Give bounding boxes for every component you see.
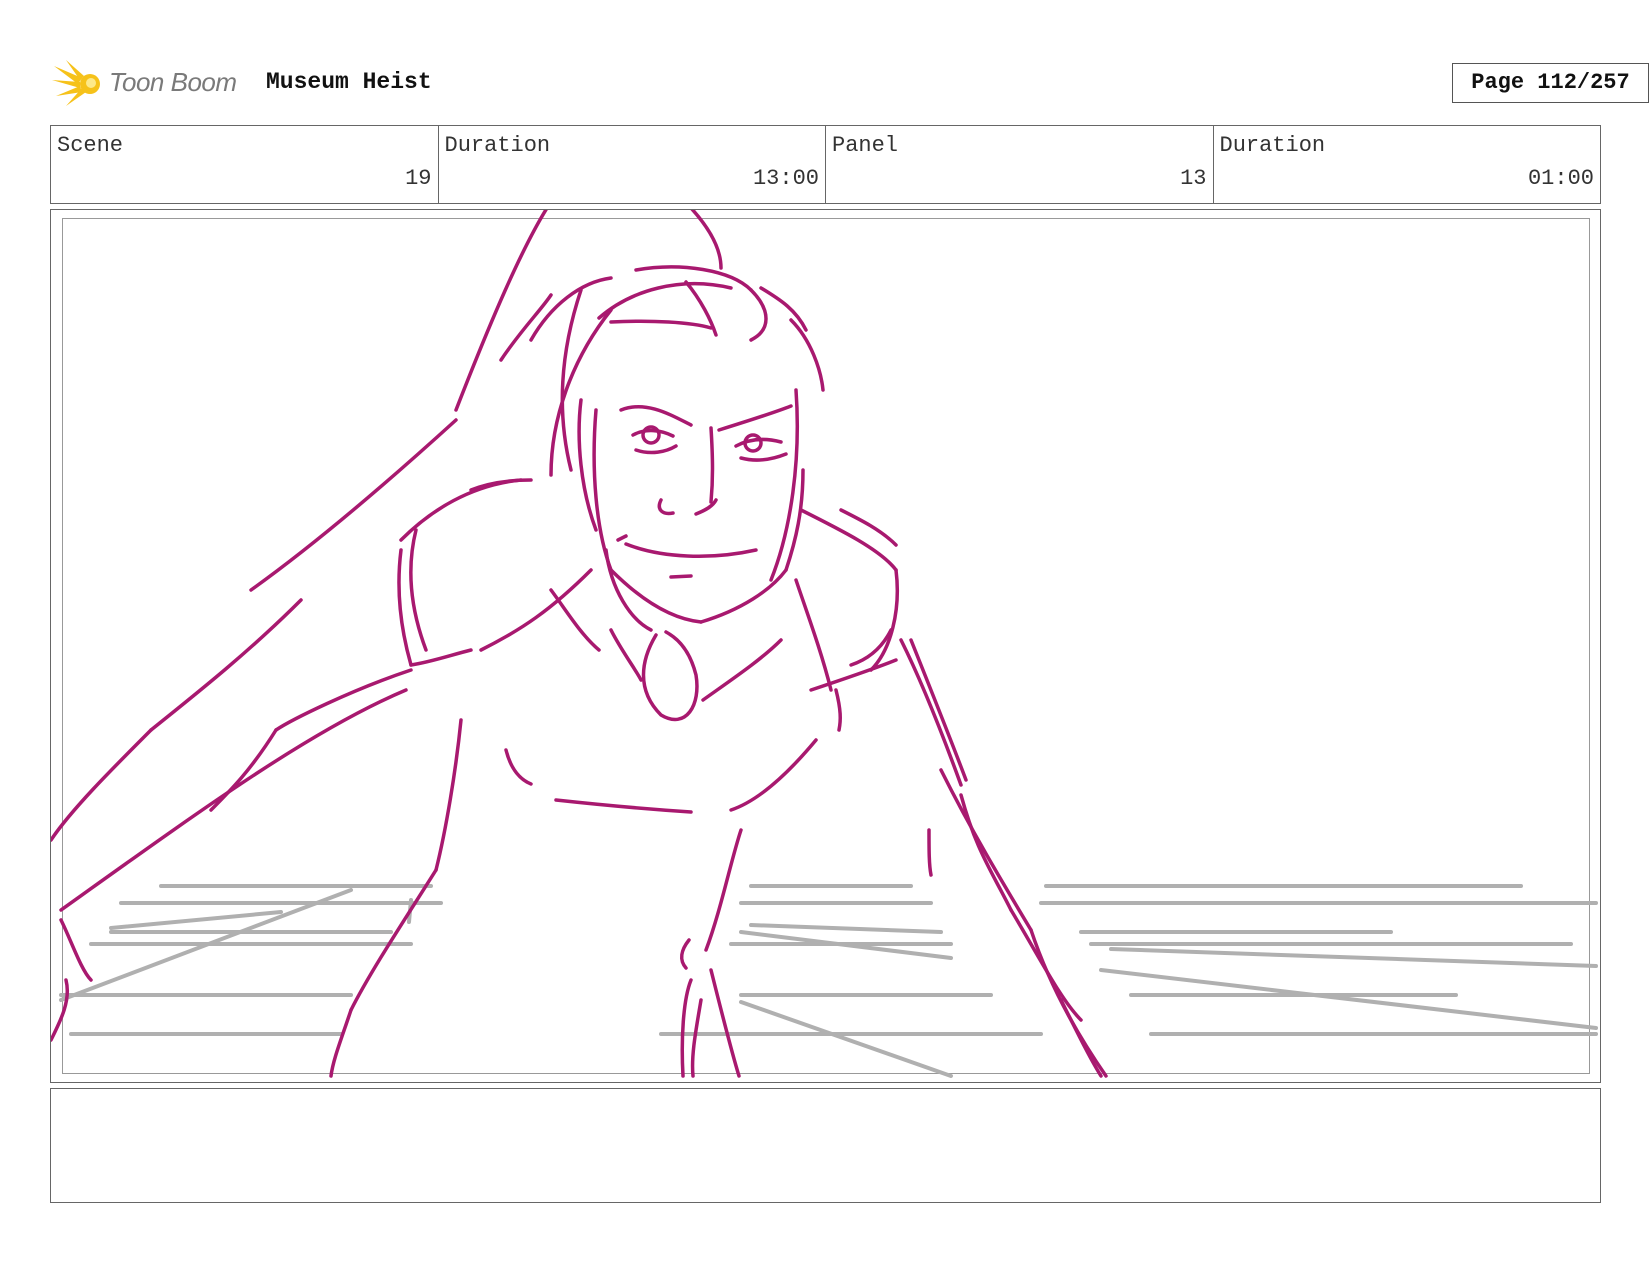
storyboard-header: Toon Boom Museum Heist Page 112/257 <box>52 56 1649 108</box>
panel-duration-label: Duration <box>1219 133 1326 158</box>
background-lines <box>59 884 1598 1078</box>
sunburst-comet-icon <box>52 60 100 106</box>
panel-label: Panel <box>832 133 899 158</box>
panel-duration-value: 01:00 <box>1527 166 1594 191</box>
page-number: Page 112/257 <box>1452 63 1649 103</box>
scene-duration-label: Duration <box>444 133 551 158</box>
scene-duration-value: 13:00 <box>752 166 819 191</box>
toon-boom-logo: Toon Boom <box>52 56 252 108</box>
panel-info-table: Scene 19 Duration 13:00 Panel 13 Duratio… <box>50 125 1601 204</box>
project-title: Museum Heist <box>266 69 432 95</box>
scene-label: Scene <box>57 133 124 158</box>
panel-image-frame <box>50 209 1601 1083</box>
panel-notes-box <box>50 1088 1601 1203</box>
character-sketch <box>51 210 1108 1078</box>
panel-duration-cell: Duration 01:00 <box>1214 126 1601 203</box>
panel-value: 13 <box>1180 166 1207 191</box>
brand-name: Toon Boom <box>109 67 237 97</box>
panel-cell: Panel 13 <box>826 126 1214 203</box>
scene-value: 19 <box>405 166 432 191</box>
scene-cell: Scene 19 <box>51 126 439 203</box>
panel-sketch <box>51 210 1598 1078</box>
scene-duration-cell: Duration 13:00 <box>439 126 826 203</box>
